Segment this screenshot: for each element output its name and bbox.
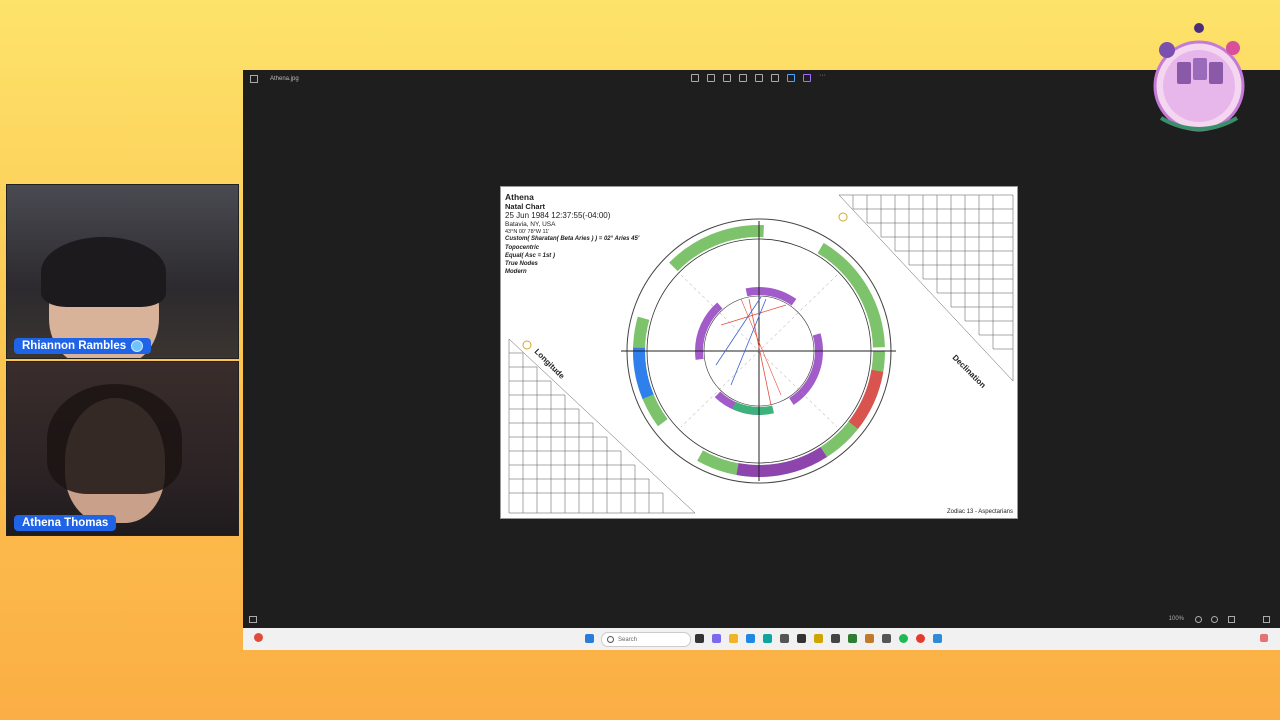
chart-nodes: True Nodes	[505, 261, 538, 267]
window-title: Athena.jpg	[270, 76, 299, 82]
chart-type: Natal Chart	[505, 202, 546, 211]
participant-hair	[47, 384, 182, 494]
participant-name: Athena Thomas	[22, 517, 109, 529]
chart-style: Modern	[505, 269, 527, 275]
video-tile-rhiannon[interactable]: Rhiannon Rambles	[6, 184, 239, 359]
chart-location: Batavia, NY, USA	[505, 221, 556, 228]
favorite-icon[interactable]	[739, 74, 747, 82]
files-icon[interactable]	[729, 634, 738, 643]
viewer-statusbar: 100%	[243, 612, 1280, 628]
cloud-icon[interactable]	[787, 74, 795, 82]
nametag-athena: Athena Thomas	[14, 515, 117, 531]
share-icon[interactable]	[771, 74, 779, 82]
chart-datetime: 25 Jun 1984 12:37:55(-04:00)	[505, 211, 611, 220]
chart-houses: Equal( Asc = 1st )	[505, 253, 555, 259]
teams-icon[interactable]	[712, 634, 721, 643]
tarot-logo-icon	[1153, 23, 1245, 132]
zoom-out-icon[interactable]	[1195, 616, 1202, 623]
taskview-icon[interactable]	[695, 634, 704, 643]
search-placeholder: Search	[618, 636, 638, 643]
taskbar-apps	[695, 634, 950, 643]
fit-icon[interactable]	[1228, 616, 1235, 623]
app-icon[interactable]	[848, 634, 857, 643]
chart-coords: 43°N 00' 78°W 11'	[505, 229, 550, 235]
window-titlebar: Athena.jpg ···	[243, 70, 1280, 88]
app-icon[interactable]	[865, 634, 874, 643]
fullscreen-icon[interactable]	[1263, 616, 1270, 623]
delete-icon[interactable]	[723, 74, 731, 82]
chart-sidereal: Custom( Sharatan( Beta Aries ) ) = 02° A…	[505, 236, 640, 242]
app-icon[interactable]	[882, 634, 891, 643]
app-icon[interactable]	[814, 634, 823, 643]
app-icon[interactable]	[933, 634, 942, 643]
longitude-aspect-grid	[508, 338, 696, 514]
viewer-toolbar: ···	[691, 72, 826, 82]
zoom-in-icon[interactable]	[1211, 616, 1218, 623]
chart-footer: Zodiac 13 - Aspectarians	[946, 509, 1013, 515]
app-icon[interactable]	[797, 634, 806, 643]
participant-name: Rhiannon Rambles	[22, 340, 127, 352]
chart-center: Topocentric	[505, 245, 540, 251]
zoom-level: 100%	[1168, 616, 1184, 622]
natal-chart-image: Athena Natal Chart 25 Jun 1984 12:37:55(…	[500, 186, 1018, 519]
start-icon[interactable]	[585, 634, 594, 643]
chart-name: Athena	[505, 192, 534, 202]
filmstrip-icon[interactable]	[249, 616, 257, 623]
declination-aspect-grid	[838, 194, 1014, 382]
app-icon[interactable]	[780, 634, 789, 643]
weather-icon[interactable]	[254, 633, 263, 642]
edit-icon[interactable]	[691, 74, 699, 82]
nametag-rhiannon: Rhiannon Rambles	[14, 338, 152, 354]
search-icon	[607, 636, 614, 643]
notification-icon[interactable]	[1260, 634, 1268, 642]
taskbar: Search	[243, 628, 1280, 650]
spotify-icon[interactable]	[899, 634, 908, 643]
participant-hair	[41, 237, 166, 307]
video-tile-athena[interactable]: Athena Thomas	[6, 361, 239, 536]
status-icon	[131, 340, 144, 352]
info-icon[interactable]	[755, 74, 763, 82]
chrome-icon[interactable]	[916, 634, 925, 643]
rotate-icon[interactable]	[707, 74, 715, 82]
more-icon[interactable]: ···	[819, 72, 826, 80]
search-box[interactable]: Search	[601, 632, 691, 647]
app-icon[interactable]	[831, 634, 840, 643]
app-icon[interactable]	[803, 74, 811, 82]
app-icon	[250, 75, 258, 83]
edge-icon[interactable]	[763, 634, 772, 643]
store-icon[interactable]	[746, 634, 755, 643]
